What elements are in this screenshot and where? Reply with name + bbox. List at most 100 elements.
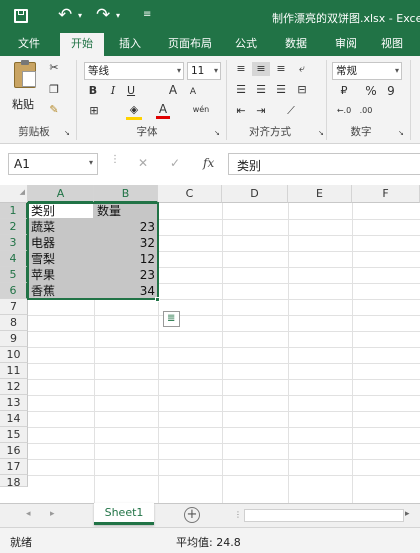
insert-function-icon[interactable]: fx (203, 156, 214, 170)
decrease-indent-icon[interactable]: ⇤ (232, 104, 250, 118)
chevron-down-icon: ▾ (176, 66, 181, 75)
align-bottom-icon[interactable]: ≡ (272, 62, 290, 76)
paste-button[interactable]: 粘贴 (10, 60, 40, 116)
align-center-icon[interactable]: ☰ (252, 83, 270, 97)
format-painter-icon[interactable]: ✎ (46, 103, 62, 117)
row-header[interactable]: 6 (0, 283, 28, 299)
row-header[interactable]: 18 (0, 475, 28, 487)
formula-bar: A1 ▾ ⋮ ✕ ✓ fx 类别 (0, 144, 420, 185)
formula-input[interactable]: 类别 (228, 153, 420, 175)
font-color-button[interactable]: A (156, 102, 170, 119)
clipboard-launcher-icon[interactable]: ↘ (64, 126, 70, 140)
row-header[interactable]: 2 (0, 219, 28, 235)
font-launcher-icon[interactable]: ↘ (214, 126, 220, 140)
align-top-icon[interactable]: ≡ (232, 62, 250, 76)
underline-button[interactable]: U (124, 84, 138, 98)
name-box-value: A1 (14, 157, 30, 171)
scroll-left-icon[interactable]: ◂ (26, 509, 31, 519)
row-header[interactable]: 10 (0, 347, 28, 363)
enter-icon[interactable]: ✓ (170, 156, 180, 170)
redo-icon[interactable]: ↷ (96, 5, 110, 25)
undo-dropdown-icon[interactable]: ▾ (78, 11, 82, 20)
currency-icon[interactable]: ₽ (334, 84, 354, 98)
cut-icon[interactable]: ✂ (46, 61, 62, 75)
phonetic-icon[interactable]: wén (192, 103, 210, 117)
column-header-a[interactable]: A (28, 185, 94, 203)
alignment-group-label: 对齐方式 (249, 126, 291, 138)
align-right-icon[interactable]: ☰ (272, 83, 290, 97)
undo-icon[interactable]: ↶ (58, 5, 72, 25)
number-launcher-icon[interactable]: ↘ (398, 126, 404, 140)
column-header-d[interactable]: D (222, 185, 288, 203)
clipboard-group-label: 剪贴板 (18, 126, 50, 138)
row-header[interactable]: 1 (0, 203, 28, 219)
tab-data[interactable]: 数据 (276, 33, 316, 56)
number-format-select[interactable]: 常规 ▾ (332, 62, 402, 80)
percent-button[interactable]: % (364, 84, 378, 98)
align-left-icon[interactable]: ☰ (232, 83, 250, 97)
save-icon[interactable] (14, 9, 28, 23)
name-box[interactable]: A1 ▾ (8, 153, 98, 175)
column-header-c[interactable]: C (158, 185, 222, 203)
increase-decimal-icon[interactable]: ←.0 (334, 104, 354, 118)
row-header[interactable]: 15 (0, 427, 28, 443)
merge-center-icon[interactable]: ⊟ (294, 83, 310, 97)
orientation-icon[interactable]: ⟋ (282, 104, 300, 118)
grow-font-button[interactable]: A (166, 83, 180, 97)
horizontal-scrollbar[interactable] (244, 509, 404, 522)
comma-style-button[interactable]: 9 (384, 84, 398, 98)
row-header[interactable]: 9 (0, 331, 28, 347)
font-name-value: 等线 (88, 65, 109, 77)
column-header-e[interactable]: E (288, 185, 352, 203)
redo-dropdown-icon[interactable]: ▾ (116, 11, 120, 20)
row-header[interactable]: 12 (0, 379, 28, 395)
tab-home[interactable]: 开始 (60, 33, 104, 56)
font-name-select[interactable]: 等线 ▾ (84, 62, 184, 80)
align-middle-icon[interactable]: ≡ (252, 62, 270, 76)
row-header[interactable]: 14 (0, 411, 28, 427)
fill-color-icon[interactable]: ◈ (126, 103, 142, 120)
selection-border (27, 202, 159, 300)
scroll-right-icon[interactable]: ▸ (50, 509, 55, 519)
font-size-select[interactable]: 11 ▾ (187, 62, 221, 80)
scroll-right-arrow-icon[interactable]: ▸ (405, 509, 410, 519)
shrink-font-button[interactable]: A (186, 85, 200, 99)
add-sheet-icon[interactable]: + (184, 507, 200, 523)
borders-icon[interactable]: ⊞ (86, 104, 102, 118)
bold-button[interactable]: B (86, 84, 100, 98)
row-header[interactable]: 11 (0, 363, 28, 379)
worksheet-grid[interactable]: ◢ A B C D E F 1 2 3 4 5 6 7 8 9 10 11 12… (0, 185, 420, 503)
tab-view[interactable]: 视图 (372, 33, 412, 56)
row-header[interactable]: 13 (0, 395, 28, 411)
paste-icon (14, 60, 36, 88)
tab-insert[interactable]: 插入 (108, 33, 152, 56)
column-header-f[interactable]: F (352, 185, 420, 203)
alignment-launcher-icon[interactable]: ↘ (318, 126, 324, 140)
italic-button[interactable]: I (106, 84, 120, 98)
paste-label: 粘贴 (12, 98, 34, 111)
cancel-icon[interactable]: ✕ (138, 156, 148, 170)
quick-analysis-icon: ≣ (167, 313, 176, 324)
row-header[interactable]: 16 (0, 443, 28, 459)
row-header[interactable]: 3 (0, 235, 28, 251)
tab-file[interactable]: 文件 (6, 33, 52, 56)
row-header[interactable]: 4 (0, 251, 28, 267)
customize-toolbar-icon[interactable]: ≡ (143, 9, 151, 20)
tab-page-layout[interactable]: 页面布局 (160, 33, 220, 56)
quick-analysis-button[interactable]: ≣ (163, 311, 180, 327)
sheet-tab-sheet1[interactable]: Sheet1 (94, 503, 154, 525)
select-all-corner[interactable]: ◢ (0, 185, 28, 203)
wrap-text-icon[interactable]: ⤶ (294, 62, 310, 76)
tab-split-icon[interactable]: ⋮ (234, 510, 242, 519)
fill-handle[interactable] (155, 297, 160, 302)
row-header[interactable]: 7 (0, 299, 28, 315)
row-header[interactable]: 5 (0, 267, 28, 283)
tab-formulas[interactable]: 公式 (226, 33, 266, 56)
tab-review[interactable]: 审阅 (326, 33, 366, 56)
decrease-decimal-icon[interactable]: .00 (356, 104, 376, 118)
column-header-b[interactable]: B (94, 185, 158, 203)
increase-indent-icon[interactable]: ⇥ (252, 104, 270, 118)
row-header[interactable]: 8 (0, 315, 28, 331)
row-header[interactable]: 17 (0, 459, 28, 475)
copy-icon[interactable]: ❐ (46, 83, 62, 97)
